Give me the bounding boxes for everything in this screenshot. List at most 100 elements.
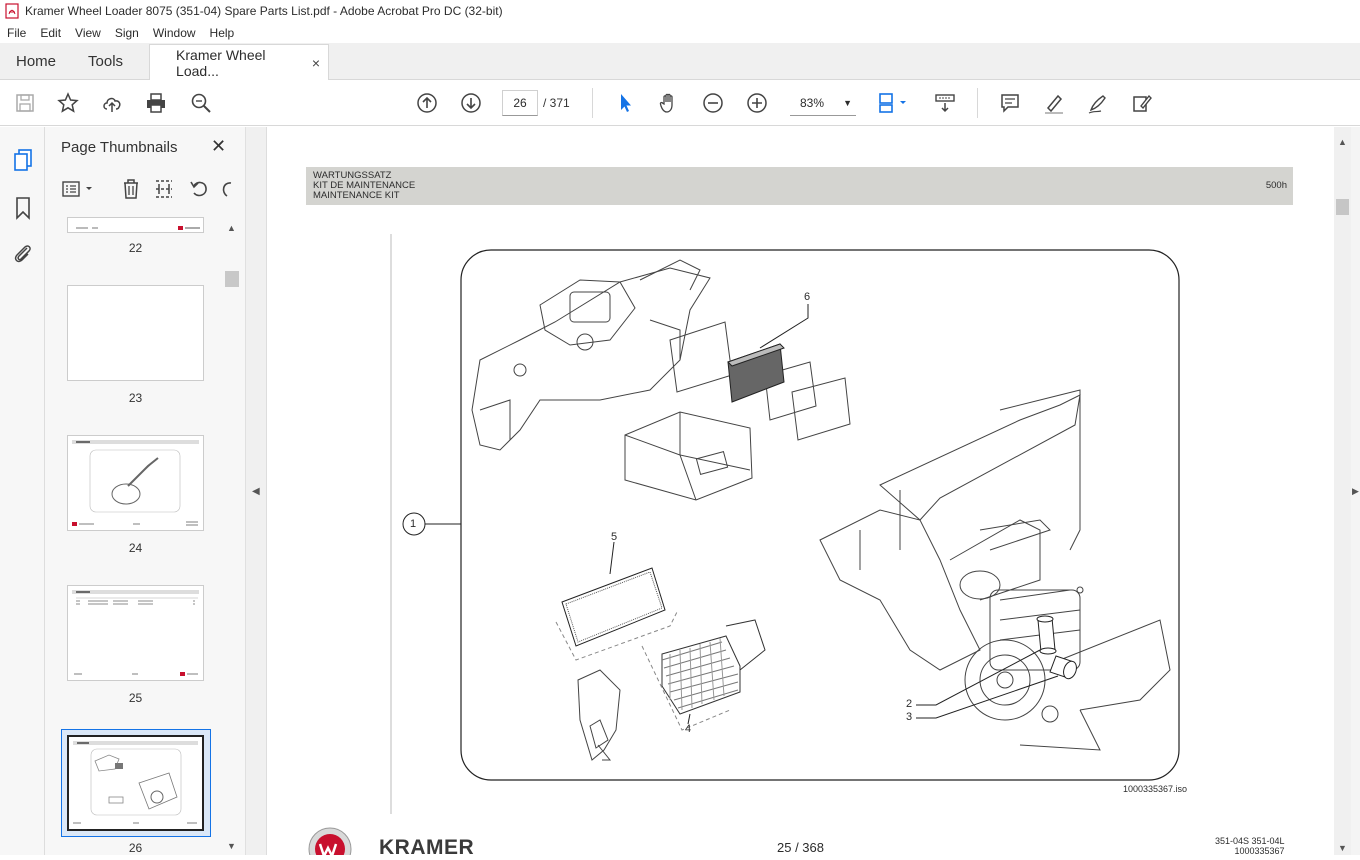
model-codes: 351-04S 351-04L — [1215, 836, 1285, 846]
menu-help[interactable]: Help — [203, 26, 242, 40]
document-scrollbar[interactable]: ▲ ▼ — [1334, 127, 1351, 855]
menu-bar: File Edit View Sign Window Help — [0, 22, 1360, 43]
select-arrow-icon[interactable] — [613, 91, 637, 115]
tab-document[interactable]: Kramer Wheel Load... × — [149, 44, 330, 80]
page-down-icon[interactable] — [459, 91, 483, 115]
callout-1: 1 — [410, 518, 417, 530]
part-5-air-filter — [555, 567, 679, 661]
drawing-id: 1000335367.iso — [1123, 784, 1188, 794]
collapse-left-icon[interactable]: ◀ — [252, 486, 260, 497]
page-footer-code: 351-04S 351-04L 1000335367 — [1215, 836, 1285, 856]
panel-title: Page Thumbnails — [61, 139, 178, 156]
header-interval: 500h — [1265, 180, 1287, 191]
page-header-band: WARTUNGSSATZ KIT DE MAINTENANCE MAINTENA… — [306, 167, 1293, 205]
window-title: Kramer Wheel Loader 8075 (351-04) Spare … — [25, 4, 503, 18]
thumbnail-page-24[interactable] — [67, 435, 204, 531]
part-4-filter-cartridge — [641, 619, 766, 731]
part-6-cabin-filter — [727, 343, 785, 403]
zoom-select[interactable]: 83% ▼ — [790, 90, 856, 116]
rotate-left-icon[interactable] — [188, 178, 210, 200]
header-line-en: MAINTENANCE KIT — [313, 190, 400, 201]
edit-icon[interactable] — [1130, 91, 1154, 115]
toolbar-separator — [592, 88, 593, 118]
chevron-down-icon: ▼ — [843, 98, 852, 108]
thumbnail-page-23[interactable] — [67, 285, 204, 381]
thumbnail-page-25[interactable] — [67, 585, 204, 681]
thumbnails-panel: Page Thumbnails ✕ 22 23 24 25 26 ▲ ▼ — [45, 127, 245, 855]
hand-icon[interactable] — [657, 91, 681, 115]
delete-icon[interactable] — [120, 178, 142, 200]
zoom-in-icon[interactable] — [745, 91, 769, 115]
page-number-input[interactable]: 26 — [502, 90, 538, 116]
menu-view[interactable]: View — [68, 26, 108, 40]
menu-sign[interactable]: Sign — [108, 26, 146, 40]
bookmarks-icon[interactable] — [10, 195, 36, 221]
thumbnail-options-icon[interactable] — [61, 178, 95, 200]
highlight-icon[interactable] — [1042, 91, 1066, 115]
thumbnail-page-26[interactable] — [67, 735, 204, 831]
cabin-housing-drawing — [471, 259, 711, 451]
thumbnail-label: 24 — [128, 541, 143, 555]
scroll-up-icon[interactable]: ▲ — [1338, 137, 1347, 147]
thumbnail-scrollbar[interactable]: ▲ ▼ — [225, 223, 239, 855]
toolbar-separator — [977, 88, 978, 118]
pdf-app-icon — [5, 3, 19, 19]
panel-collapse-strip[interactable]: ◀ — [245, 127, 267, 855]
comment-icon[interactable] — [998, 91, 1022, 115]
thumbnail-list: 22 23 24 25 26 — [45, 215, 233, 855]
fit-page-icon[interactable] — [876, 91, 910, 115]
scroll-up-icon[interactable]: ▲ — [227, 223, 236, 233]
callout-3: 3 — [906, 711, 913, 723]
menu-edit[interactable]: Edit — [33, 26, 68, 40]
page-thumbnails-icon[interactable] — [10, 147, 36, 173]
panel-close-icon[interactable]: ✕ — [211, 136, 226, 157]
left-rail — [0, 127, 45, 855]
thumbnail-label: 22 — [128, 241, 143, 255]
brand-name: KRAMER — [379, 836, 475, 859]
scroll-down-icon[interactable]: ▼ — [227, 841, 236, 851]
thumbnail-label: 25 — [128, 691, 143, 705]
right-pane-collapse[interactable]: ▶ — [1351, 127, 1360, 855]
zoom-out-icon[interactable] — [701, 91, 725, 115]
bookmark-star-icon[interactable] — [56, 91, 80, 115]
part-2-oil-filter — [1036, 615, 1057, 655]
scroll-down-icon[interactable]: ▼ — [1338, 843, 1347, 853]
scroll-mode-icon[interactable] — [933, 91, 957, 115]
menu-window[interactable]: Window — [146, 26, 203, 40]
scroll-thumb[interactable] — [1336, 199, 1349, 215]
callout-5: 5 — [611, 531, 618, 543]
page-up-icon[interactable] — [415, 91, 439, 115]
extract-pages-icon[interactable] — [153, 178, 175, 200]
upload-icon[interactable] — [100, 91, 124, 115]
callout-2: 2 — [906, 698, 913, 710]
exploded-parts-drawing — [390, 234, 1180, 814]
kramer-logo — [308, 827, 352, 855]
thumbnail-label: 23 — [128, 391, 143, 405]
tab-close-icon[interactable]: × — [312, 55, 320, 71]
sign-icon[interactable] — [1086, 91, 1110, 115]
callout-6: 6 — [804, 291, 811, 303]
menu-file[interactable]: File — [0, 26, 33, 40]
attachments-icon[interactable] — [10, 240, 36, 266]
save-icon[interactable] — [13, 91, 37, 115]
print-icon[interactable] — [144, 91, 168, 115]
page-total: / 371 — [543, 96, 570, 110]
zoom-value: 83% — [800, 96, 825, 110]
engine-frame-drawing — [819, 389, 1171, 751]
tab-tools[interactable]: Tools — [72, 43, 139, 79]
callout-4: 4 — [685, 723, 692, 735]
page-footer-number: 25 / 368 — [777, 840, 824, 855]
title-bar: Kramer Wheel Loader 8075 (351-04) Spare … — [0, 0, 1360, 22]
expand-right-icon[interactable]: ▶ — [1352, 486, 1359, 497]
scroll-thumb[interactable] — [225, 271, 239, 287]
intake-housing-drawing — [577, 669, 621, 761]
zoom-search-icon[interactable] — [189, 91, 213, 115]
tab-home[interactable]: Home — [0, 43, 72, 79]
thumbnail-label: 26 — [128, 841, 143, 855]
panel-toolbar — [45, 175, 245, 205]
filter-box-drawing — [624, 411, 753, 501]
rotate-right-icon[interactable] — [219, 178, 233, 200]
tab-document-label: Kramer Wheel Load... — [176, 46, 266, 79]
thumbnail-page-22[interactable] — [67, 217, 204, 233]
tab-bar: Home Tools Kramer Wheel Load... × — [0, 43, 1360, 80]
